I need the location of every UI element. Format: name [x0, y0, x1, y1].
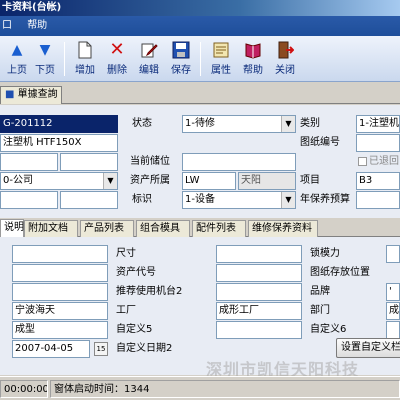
middle-field-3[interactable]	[216, 283, 302, 301]
project-label: 项目	[300, 175, 320, 186]
brand-label: 品牌	[310, 286, 330, 297]
calendar-icon[interactable]: 15	[94, 342, 108, 356]
factory-value-field[interactable]: 成形工厂	[216, 302, 302, 320]
custom6-field[interactable]	[386, 321, 400, 339]
department-field[interactable]: 成	[386, 302, 400, 320]
close-button[interactable]: 关闭	[268, 38, 302, 80]
department-label: 部门	[310, 305, 330, 316]
custom5-left-field[interactable]: 成型	[12, 321, 108, 339]
next-page-button[interactable]: ▼ 下页	[28, 38, 62, 80]
delete-button[interactable]: ✕ 删除	[100, 38, 134, 80]
edit-icon	[140, 41, 158, 59]
annual-budget-label: 年保养预算	[300, 194, 350, 205]
lock-force-label: 锁模力	[310, 248, 340, 259]
current-location-label: 当前储位	[130, 156, 170, 167]
asset-owner-code-field[interactable]: LW	[182, 172, 236, 190]
custom-date2-label: 自定义日期2	[116, 343, 173, 354]
factory-label: 工厂	[116, 305, 136, 316]
middle-field-1[interactable]	[216, 245, 302, 263]
returned-checkbox[interactable]: 已退回	[358, 154, 399, 170]
tab-maintenance[interactable]: 维修保养资料	[248, 220, 318, 237]
chevron-down-icon: ▼	[281, 116, 295, 132]
help-book-icon	[244, 41, 262, 59]
document-query-icon: ■	[5, 89, 15, 100]
company-select[interactable]: 0-公司 ▼	[0, 172, 118, 190]
help-button[interactable]: 帮助	[236, 38, 270, 80]
mark-label: 标识	[132, 194, 152, 205]
menu-bar: 口 帮助	[0, 16, 400, 36]
exit-door-icon	[276, 41, 295, 59]
asset-code-field[interactable]	[12, 264, 108, 282]
query-tab-strip: ■ 單據查詢	[0, 84, 400, 104]
window-title: 卡资料(台帐)	[2, 2, 62, 13]
current-location-field[interactable]	[182, 153, 296, 171]
tab-product-list[interactable]: 产品列表	[80, 220, 134, 237]
chevron-down-icon: ▼	[281, 192, 295, 208]
window-title-bar: 卡资料(台帐)	[0, 0, 400, 16]
name-field[interactable]: 注塑机 HTF150X	[0, 134, 118, 152]
category-label: 类别	[300, 118, 320, 129]
size-label: 尺寸	[116, 248, 136, 259]
status-startup-time: 窗体启动时间：1344	[50, 380, 400, 398]
new-document-icon	[76, 41, 94, 59]
main-form: G-201112 注塑机 HTF150X 0-公司 ▼ 状态 1-待修 ▼ 当前…	[0, 105, 400, 218]
tab-description[interactable]: 说明	[0, 219, 24, 237]
drawing-no-label: 图纸编号	[300, 137, 340, 148]
menu-item-window[interactable]: 口	[0, 16, 22, 36]
size-field[interactable]	[12, 245, 108, 263]
middle-field-5[interactable]	[216, 321, 302, 339]
drawing-no-field[interactable]	[356, 134, 400, 152]
code-field[interactable]: G-201112	[0, 115, 118, 133]
lock-force-field[interactable]	[386, 245, 400, 263]
toolbar-separator	[200, 42, 201, 76]
custom6-label: 自定义6	[310, 324, 347, 335]
tab-combined-molds[interactable]: 组合模具	[136, 220, 190, 237]
toolbar-separator	[64, 42, 65, 76]
tab-attachments[interactable]: 附加文档	[24, 220, 78, 237]
chevron-down-icon: ▼	[103, 173, 117, 189]
recommend-machine-label: 推荐使用机台2	[116, 286, 183, 297]
tab-parts-list[interactable]: 配件列表	[192, 220, 246, 237]
sub-field-right[interactable]	[60, 153, 118, 171]
status-time: 00:00:00	[0, 380, 48, 398]
recommend-machine-field[interactable]	[12, 283, 108, 301]
asset-owner-label: 资产所属	[130, 175, 170, 186]
factory-left-field[interactable]: 宁波海天	[12, 302, 108, 320]
mark-select[interactable]: 1-设备 ▼	[182, 191, 296, 209]
sub-field-left[interactable]	[0, 153, 58, 171]
menu-item-help[interactable]: 帮助	[25, 16, 57, 36]
setup-custom-fields-button[interactable]: 设置自定义栏	[336, 338, 400, 358]
down-arrow-icon: ▼	[39, 42, 51, 58]
save-button[interactable]: 保存	[164, 38, 198, 80]
edit-button[interactable]: 编辑	[132, 38, 166, 80]
status-bar: 00:00:00 窗体启动时间：1344	[0, 376, 400, 400]
drawing-location-label: 图纸存放位置	[310, 267, 370, 278]
annual-budget-field[interactable]	[356, 191, 400, 209]
project-field[interactable]: B3	[356, 172, 400, 190]
date-field[interactable]: 2007-04-05	[12, 340, 90, 358]
add-button[interactable]: 增加	[68, 38, 102, 80]
asset-owner-name-field: 天阳	[238, 172, 296, 190]
custom5-label: 自定义5	[116, 324, 153, 335]
asset-code-label: 资产代号	[116, 267, 156, 278]
detail-tab-strip: 说明 附加文档 产品列表 组合模具 配件列表 维修保养资料	[0, 219, 400, 237]
status-select[interactable]: 1-待修 ▼	[182, 115, 296, 133]
extra-field-left[interactable]	[0, 191, 58, 209]
up-arrow-icon: ▲	[11, 42, 23, 58]
category-select[interactable]: 1-注塑机	[356, 115, 400, 133]
checkbox-box	[358, 156, 367, 166]
detail-panel: 宁波海天 成型 2007-04-05 15 尺寸 资产代号 推荐使用机台2 工厂…	[0, 237, 400, 375]
extra-field-right[interactable]	[60, 191, 118, 209]
properties-button[interactable]: 属性	[204, 38, 238, 80]
status-label: 状态	[132, 118, 152, 129]
save-disk-icon	[172, 41, 190, 59]
middle-field-2[interactable]	[216, 264, 302, 282]
delete-x-icon: ✕	[109, 39, 125, 60]
brand-field[interactable]: '	[386, 283, 400, 301]
properties-icon	[212, 41, 230, 59]
tab-document-query[interactable]: ■ 單據查詢	[0, 86, 62, 104]
toolbar: ▲ 上页 ▼ 下页 增加 ✕ 删除 编辑 保存 属性 帮助 关闭	[0, 36, 400, 82]
